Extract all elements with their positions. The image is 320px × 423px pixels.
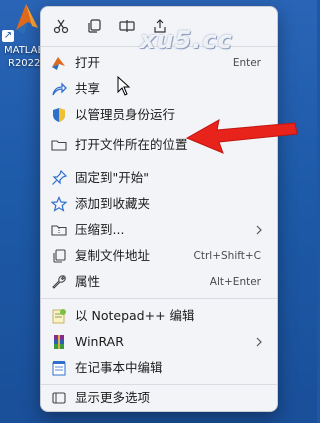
matlab-logo-icon [16,4,38,34]
menu-item-label: 打开文件所在的位置 [75,137,188,152]
wrench-icon [52,275,66,289]
star-icon [51,196,67,212]
menu-item-add-to-favorites[interactable]: 添加到收藏夹 [45,191,273,217]
menu-item-label: 打开 [75,55,101,70]
shortcut-arrow-icon: ↗ [2,30,14,42]
menu-item-label: 以管理员身份运行 [75,107,176,122]
menu-item-label: 属性 [75,274,101,289]
menu-item-label: 以 Notepad++ 编辑 [75,308,195,323]
chevron-right-icon [256,337,262,347]
notepad-icon [52,361,66,376]
menu-item-show-more-options[interactable]: 显示更多选项 [45,385,273,411]
notepadpp-icon [52,309,66,324]
copy-path-icon [53,249,66,263]
menu-item-label: 显示更多选项 [75,390,151,405]
winrar-icon [54,335,64,349]
menu-item-winrar[interactable]: WinRAR [45,329,273,355]
menu-item-shortcut: Alt+Enter [209,276,261,288]
cut-icon[interactable] [53,18,69,34]
menu-item-pin-to-start[interactable]: 固定到"开始" [45,165,273,191]
menu-item-label: 固定到"开始" [75,170,149,185]
pin-icon [52,170,67,185]
menu-separator [41,298,277,299]
open-app-icon [52,57,65,70]
menu-item-label: WinRAR [75,334,124,349]
menu-item-edit-in-notepad[interactable]: 在记事本中编辑 [45,355,273,381]
menu-item-copy-path[interactable]: 复制文件地址 Ctrl+Shift+C [45,243,273,269]
menu-item-label: 复制文件地址 [75,248,151,263]
menu-item-shortcut: Ctrl+Shift+C [193,250,261,262]
context-menu: 打开 Enter 共享 以管理员身份运行 打开文件所在的位置 固定到"开始" 添… [40,6,278,412]
menu-item-share[interactable]: 共享 [45,76,273,102]
shield-icon [53,108,65,122]
mouse-cursor-icon [117,76,131,96]
share-icon [52,82,67,96]
menu-item-compress-to[interactable]: 压缩到... [45,217,273,243]
annotation-arrow-icon [185,119,298,154]
watermark: xu5.cc [140,26,233,54]
zip-folder-icon [51,225,67,236]
menu-item-label: 添加到收藏夹 [75,196,151,211]
menu-item-edit-notepadpp[interactable]: 以 Notepad++ 编辑 [45,303,273,329]
folder-icon [51,140,67,151]
menu-item-label: 共享 [75,81,101,96]
menu-item-label: 在记事本中编辑 [75,360,163,375]
menu-item-properties[interactable]: 属性 Alt+Enter [45,269,273,295]
menu-item-shortcut: Enter [232,57,261,69]
more-options-icon [52,392,66,404]
copy-icon[interactable] [86,18,102,34]
menu-item-label: 压缩到... [75,222,125,237]
rename-icon[interactable] [119,18,135,34]
chevron-right-icon [256,225,262,235]
